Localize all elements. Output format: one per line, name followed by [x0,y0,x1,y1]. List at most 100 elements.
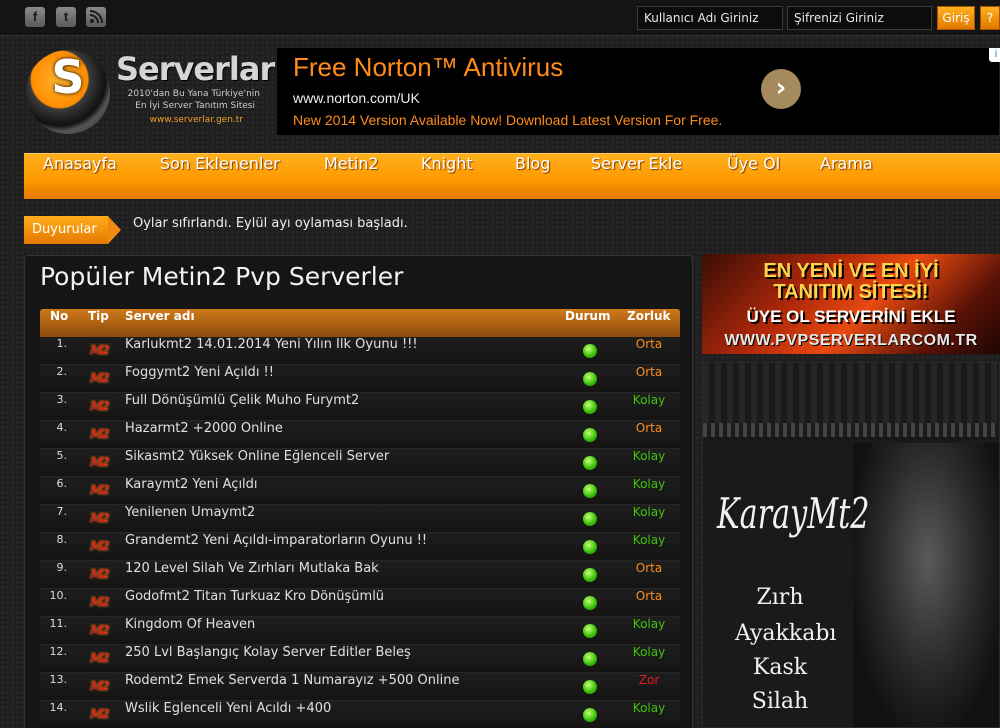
difficulty-label: Kolay [632,533,666,547]
server-name-link[interactable]: Wslik Eglenceli Yeni Acıldı +400 [125,701,331,716]
row-number: 12. [49,645,68,658]
announcement-arrow-icon [108,216,121,244]
table-row[interactable]: 6. M2 Karaymt2 Yeni Açıldı Kolay [40,477,680,505]
difficulty-label: Orta [635,365,663,379]
metin2-type-icon: M2 [90,343,110,357]
metin2-type-icon: M2 [90,595,110,609]
password-input[interactable] [787,6,932,30]
ad-info-icon[interactable]: i [989,48,1000,62]
top-bar: f t Giriş ? [0,0,1000,36]
status-online-icon [583,680,597,694]
twitter-icon[interactable]: t [56,7,76,27]
nav-item-server-ekle[interactable]: Server Ekle [591,154,682,200]
table-row[interactable]: 10. M2 Godofmt2 Titan Turkuaz Kro Dönüşüml… [40,589,680,617]
table-row[interactable]: 8. M2 Grandemt2 Yeni Açıldı-imparatorların… [40,533,680,561]
row-number: 11. [49,617,68,630]
nav-item-son-eklenenler[interactable]: Son Eklenenler [160,154,280,200]
main-nav: Anasayfa Son Eklenenler Metin2 Knight Bl… [24,153,1000,199]
nav-item-arama[interactable]: Arama [820,154,873,200]
table-row[interactable]: 5. M2 Sikasmt2 Yüksek Online Eğlenceli Ser… [40,449,680,477]
row-number: 2. [56,365,68,378]
rss-glyph [89,10,103,24]
announcement-label: Duyurular [24,216,108,244]
server-name-link[interactable]: Godofmt2 Titan Turkuaz Kro Dönüşümlü [125,589,384,604]
metin2-type-icon: M2 [90,651,110,665]
announcement-text[interactable]: Oylar sıfırlandı. Eylül ayı oylaması baş… [133,216,408,244]
row-number: 9. [56,561,68,574]
server-name-link[interactable]: Foggymt2 Yeni Açıldı !! [125,365,274,380]
difficulty-label: Kolay [632,617,666,631]
table-row[interactable]: 4. M2 Hazarmt2 +2000 Online Orta [40,421,680,449]
logo-name[interactable]: Serverlar [116,50,275,88]
ad-arrow-icon[interactable]: › [761,69,801,109]
status-online-icon [583,372,597,386]
server-name-link[interactable]: Grandemt2 Yeni Açıldı-imparatorların Oyu… [125,533,427,548]
server-name-link[interactable]: Full Dönüşümlü Çelik Muho Furymt2 [125,393,359,408]
nav-item-metin2[interactable]: Metin2 [324,154,379,200]
promo-line-4: WWW.PVPSERVERLARCOM.TR [724,332,978,349]
promo-line-1: EN YENİ VE EN İYİ [763,260,939,282]
row-number: 7. [56,505,68,518]
table-row[interactable]: 9. M2 120 Level Silah Ve Zırhları Mutlaka … [40,561,680,589]
server-name-link[interactable]: Yenilenen Umaymt2 [125,505,255,520]
difficulty-label: Orta [635,337,663,351]
metin2-type-icon: M2 [90,707,110,721]
column-header-tip: Tip [88,309,109,323]
server-name-link[interactable]: Kingdom Of Heaven [125,617,255,632]
row-number: 1. [56,337,68,350]
table-row[interactable]: 7. M2 Yenilenen Umaymt2 Kolay [40,505,680,533]
metin2-type-icon: M2 [90,427,110,441]
nav-item-anasayfa[interactable]: Anasayfa [43,154,117,200]
difficulty-label: Orta [635,421,663,435]
table-row[interactable]: 11. M2 Kingdom Of Heaven Kolay [40,617,680,645]
status-online-icon [583,624,597,638]
table-row[interactable]: 2. M2 Foggymt2 Yeni Açıldı !! Orta [40,365,680,393]
help-button[interactable]: ? [980,6,1000,30]
banner-pattern [703,363,999,429]
server-name-link[interactable]: Karaymt2 Yeni Açıldı [125,477,258,492]
nav-item-uye-ol[interactable]: Üye Ol [727,154,780,200]
table-row[interactable]: 12. M2 250 Lvl Başlangıç Kolay Server Edit… [40,645,680,673]
status-online-icon [583,568,597,582]
table-row[interactable]: 14. M2 Wslik Eglenceli Yeni Acıldı +400 Kol… [40,701,680,728]
server-ad-banner[interactable]: KarayMt2 Zırh Ayakkabı Kask Silah [702,362,1000,728]
metin2-type-icon: M2 [90,623,110,637]
row-number: 5. [56,449,68,462]
status-online-icon [583,652,597,666]
status-online-icon [583,540,597,554]
ad-url[interactable]: www.norton.com/UK [293,90,420,106]
metin2-type-icon: M2 [90,567,110,581]
table-row[interactable]: 13. M2 Rodemt2 Emek Serverda 1 Numarayız +… [40,673,680,701]
login-button[interactable]: Giriş [937,6,975,30]
nav-item-knight[interactable]: Knight [421,154,473,200]
ad-description[interactable]: New 2014 Version Available Now! Download… [293,112,722,128]
server-name-link[interactable]: Sikasmt2 Yüksek Online Eğlenceli Server [125,449,389,464]
server-name-link[interactable]: Hazarmt2 +2000 Online [125,421,283,436]
status-online-icon [583,344,597,358]
difficulty-label: Kolay [632,645,666,659]
warrior-figure-image [853,443,999,727]
nav-item-blog[interactable]: Blog [515,154,550,200]
banner-word: Zırh [756,585,804,610]
difficulty-label: Orta [635,589,663,603]
row-number: 8. [56,533,68,546]
banner-word: Ayakkabı [735,621,837,646]
logo-url: www.serverlar.gen.tr [149,115,243,125]
server-table-body: 1. M2 Karlukmt2 14.01.2014 Yeni Yılın Ilk … [40,337,680,728]
ad-title[interactable]: Free Norton™ Antivirus [293,52,563,83]
server-name-link[interactable]: 250 Lvl Başlangıç Kolay Server Editler B… [125,645,411,660]
server-name-link[interactable]: Rodemt2 Emek Serverda 1 Numarayız +500 O… [125,673,459,688]
table-row[interactable]: 3. M2 Full Dönüşümlü Çelik Muho Furymt2 Kol… [40,393,680,421]
server-name-link[interactable]: Karlukmt2 14.01.2014 Yeni Yılın Ilk Oyun… [125,337,418,352]
status-online-icon [583,400,597,414]
server-name-link[interactable]: 120 Level Silah Ve Zırhları Mutlaka Bak [125,561,379,576]
ad-banner[interactable]: Free Norton™ Antivirus www.norton.com/UK… [276,47,1000,136]
metin2-type-icon: M2 [90,371,110,385]
facebook-icon[interactable]: f [25,7,45,27]
username-input[interactable] [637,6,783,30]
difficulty-label: Kolay [632,505,666,519]
difficulty-label: Orta [635,561,663,575]
table-row[interactable]: 1. M2 Karlukmt2 14.01.2014 Yeni Yılın Ilk … [40,337,680,365]
rss-icon[interactable] [86,7,106,27]
promo-banner[interactable]: EN YENİ VE EN İYİ TANITIM SİTESİ! ÜYE OL… [702,254,1000,354]
